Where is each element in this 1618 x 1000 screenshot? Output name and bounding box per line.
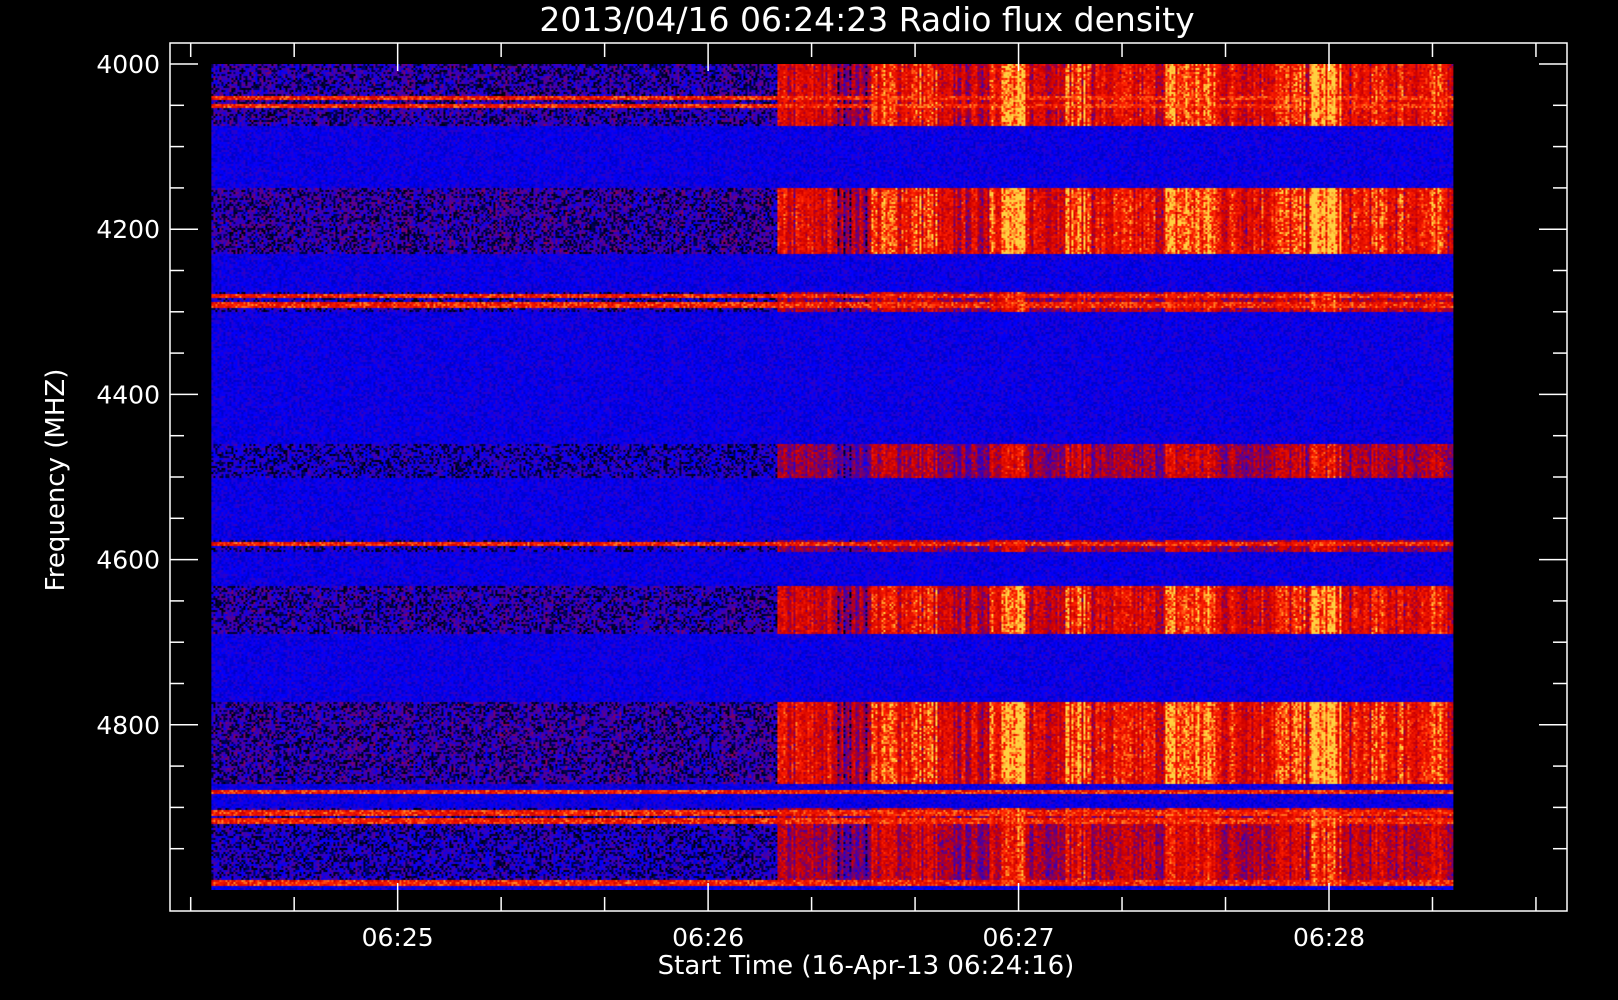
y-tick-label: 4600 xyxy=(96,546,160,575)
y-axis-title: Frequency (MHZ) xyxy=(41,369,71,592)
y-tick-label: 4200 xyxy=(96,215,160,244)
spectrogram-heatmap xyxy=(211,64,1454,890)
heatmap-layer xyxy=(211,64,1454,890)
x-tick-label: 06:26 xyxy=(672,923,744,952)
y-tick-label: 4000 xyxy=(96,50,160,79)
x-tick-label: 06:28 xyxy=(1293,923,1365,952)
x-tick-label: 06:27 xyxy=(983,923,1055,952)
chart-title: 2013/04/16 06:24:23 Radio flux density xyxy=(539,0,1194,39)
y-tick-label: 4400 xyxy=(96,380,160,409)
y-tick-label: 4800 xyxy=(96,711,160,740)
x-axis-title: Start Time (16-Apr-13 06:24:16) xyxy=(658,951,1075,981)
spectrogram-chart: 2013/04/16 06:24:23 Radio flux density 4… xyxy=(0,0,1618,1000)
x-tick-label: 06:25 xyxy=(362,923,434,952)
